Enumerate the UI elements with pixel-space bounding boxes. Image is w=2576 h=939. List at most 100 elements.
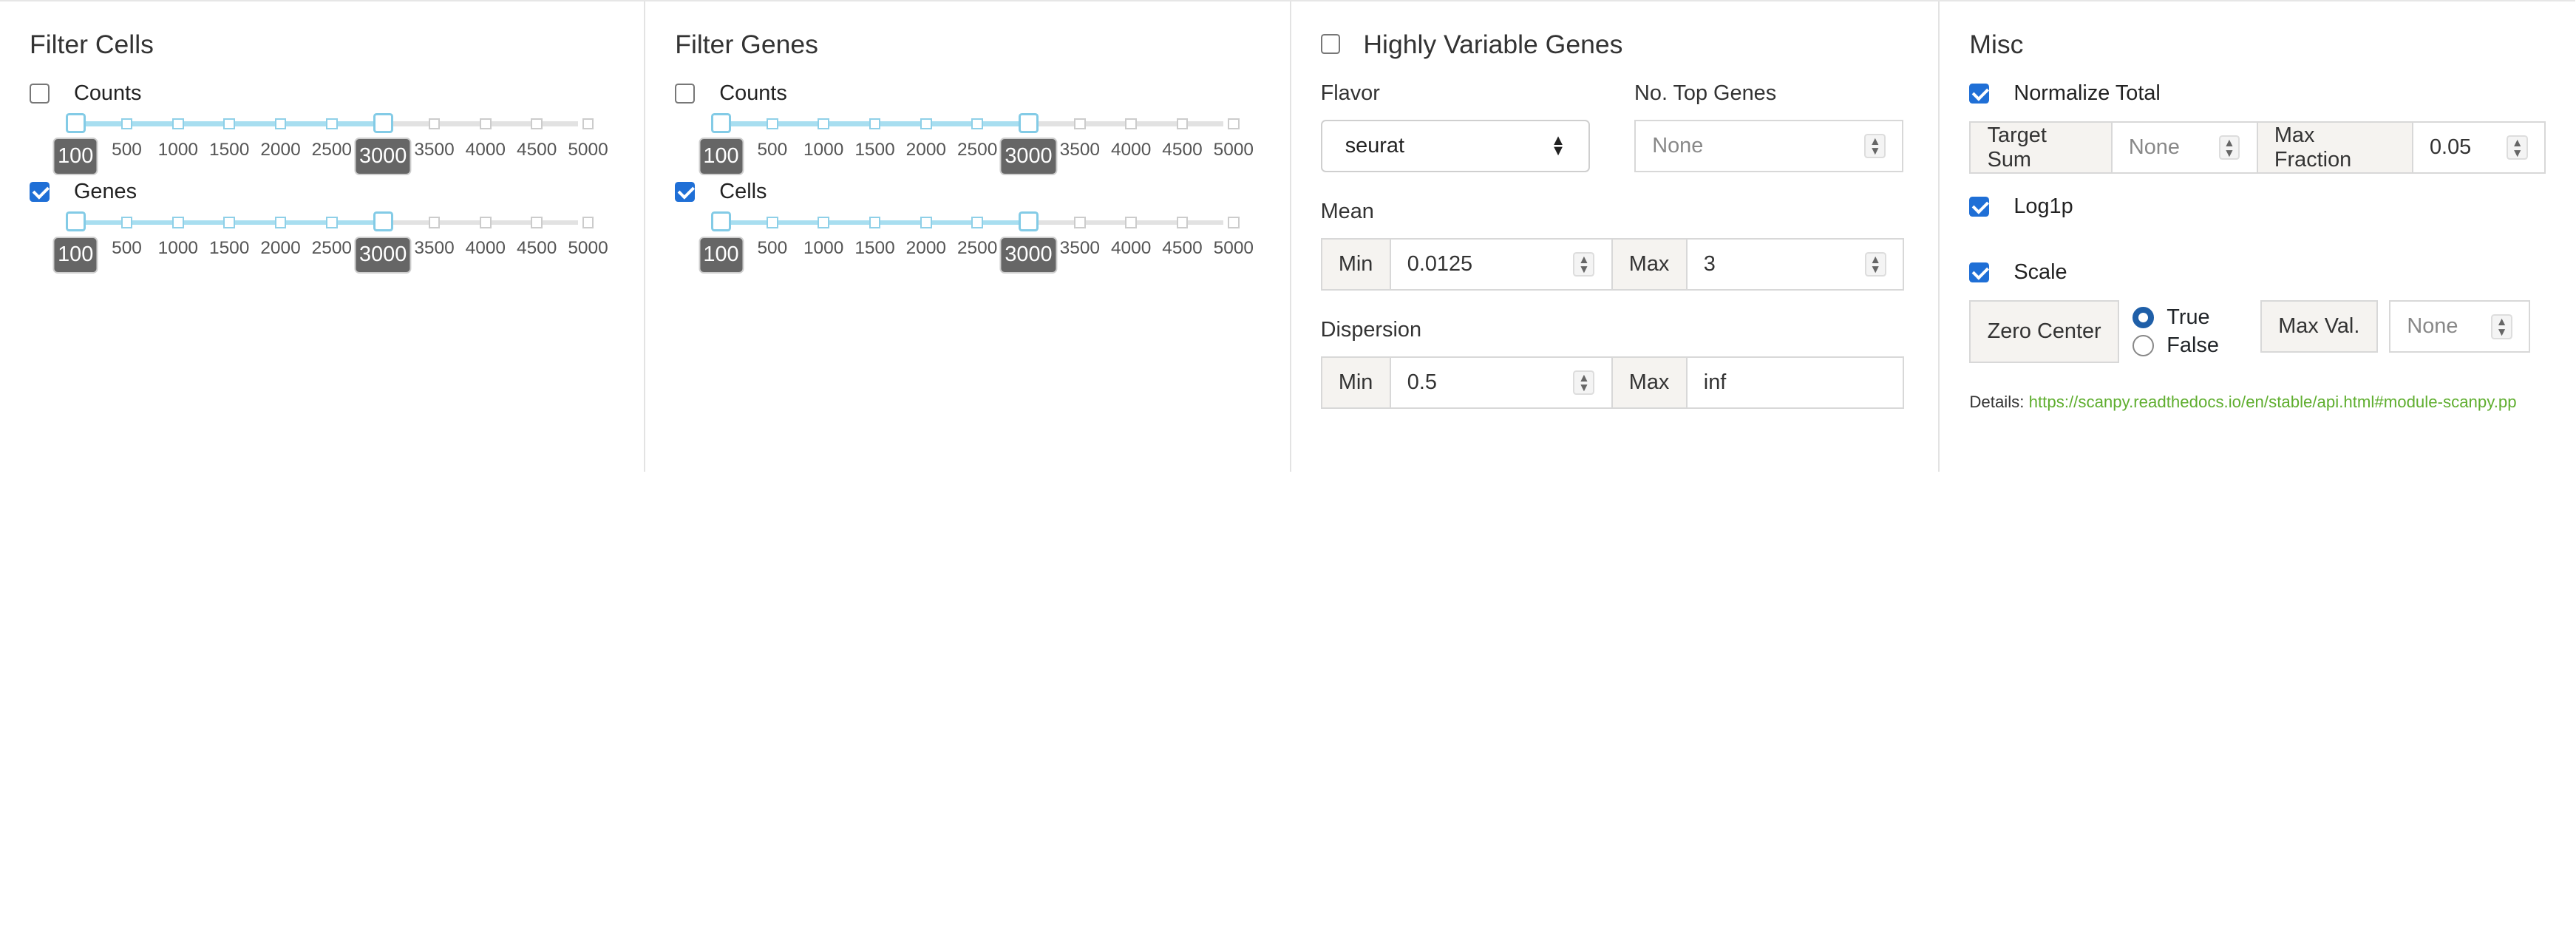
slider-step-dot (869, 118, 881, 130)
slider-step-dot (223, 118, 235, 130)
slider-step-dot (767, 217, 778, 228)
slider-tick-label: 1000 (157, 237, 199, 258)
filter-genes-counts-checkbox[interactable] (675, 84, 695, 104)
slider-tick-label: 2500 (956, 139, 998, 160)
top-genes-placeholder: None (1652, 134, 1704, 158)
filter-cells-counts-slider[interactable]: 100 500 1000 1500 2000 2500 3000 3500 4000 4500 50… (52, 110, 618, 176)
filter-cells-counts-checkbox[interactable] (29, 84, 50, 104)
slider-step-dot (172, 118, 184, 130)
stepper-icon[interactable]: ▲ ▼ (2218, 135, 2240, 160)
slider-step-dot (1125, 217, 1137, 228)
slider-min-handle[interactable] (711, 211, 731, 232)
disp-min-value: 0.5 (1407, 370, 1437, 394)
slider-tick-label: 3000 (354, 236, 412, 274)
stepper-icon[interactable]: ▲ ▼ (1573, 251, 1595, 277)
slider-tick-label: 4000 (465, 237, 506, 258)
filter-genes-cells-label: Cells (719, 180, 767, 204)
normalize-checkbox[interactable] (1969, 84, 1990, 104)
disp-min-addon: Min (1320, 356, 1391, 410)
target-sum-addon: Target Sum (1969, 121, 2113, 174)
slider-tick-label: 100 (698, 236, 744, 274)
disp-min-input[interactable]: 0.5 ▲ ▼ (1390, 356, 1613, 410)
slider-step-dot (326, 118, 338, 130)
hvg-checkbox[interactable] (1320, 34, 1341, 55)
max-fraction-input[interactable]: 0.05 ▲ ▼ (2413, 121, 2546, 174)
slider-step-dot (1074, 217, 1086, 228)
top-genes-input[interactable]: None ▲ ▼ (1634, 119, 1904, 173)
mean-max-value: 3 (1703, 252, 1716, 276)
stepper-icon[interactable]: ▲ ▼ (1864, 251, 1886, 277)
stepper-icon[interactable]: ▲ ▼ (2507, 135, 2529, 160)
filter-cells-genes-checkbox[interactable] (29, 182, 50, 203)
slider-tick-label: 2000 (260, 237, 301, 258)
slider-max-handle[interactable] (373, 113, 393, 133)
filter-cells-genes-slider[interactable]: 100 500 1000 1500 2000 2500 3000 3500 4000 4500 50… (52, 209, 618, 274)
slider-step-dot (428, 217, 441, 228)
slider-min-handle[interactable] (65, 211, 86, 232)
slider-max-handle[interactable] (1019, 211, 1039, 232)
slider-min-handle[interactable] (711, 113, 731, 133)
slider-tick-label: 2000 (260, 139, 301, 160)
slider-step-dot (920, 217, 932, 228)
normalize-label: Normalize Total (2013, 81, 2161, 105)
hvg-panel: Highly Variable Genes Flavor seurat ▲ ▼ N… (1291, 1, 1940, 472)
filter-genes-cells-checkbox[interactable] (675, 182, 695, 203)
slider-step-dot (1228, 217, 1240, 228)
stepper-icon[interactable]: ▲ ▼ (1573, 370, 1595, 396)
misc-panel: Misc Normalize Total Target Sum None ▲ ▼ … (1940, 1, 2575, 472)
slider-tick-label: 2000 (905, 237, 947, 258)
slider-tick-label: 3000 (354, 138, 412, 175)
slider-step-dot (1228, 118, 1240, 130)
slider-tick-label: 1500 (854, 139, 895, 160)
max-val-placeholder: None (2407, 314, 2458, 339)
max-fraction-addon: Max Fraction (2257, 121, 2413, 174)
filter-genes-title: Filter Genes (675, 29, 818, 59)
slider-tick-label: 100 (52, 138, 98, 175)
slider-step-dot (326, 217, 338, 228)
slider-step-dot (480, 217, 492, 228)
mean-label: Mean (1320, 199, 1374, 223)
dispersion-label: Dispersion (1320, 317, 1422, 342)
slider-tick-label: 2500 (311, 139, 353, 160)
details-line: Details: https://scanpy.readthedocs.io/e… (1969, 393, 2516, 412)
log1p-checkbox[interactable] (1969, 197, 1990, 217)
filter-genes-counts-slider[interactable]: 100 500 1000 1500 2000 2500 3000 3500 4000 4500 50… (698, 110, 1263, 176)
max-val-input[interactable]: None ▲ ▼ (2389, 300, 2531, 353)
filter-cells-title: Filter Cells (29, 29, 154, 59)
slider-tick-label: 2000 (905, 139, 947, 160)
disp-max-value: inf (1703, 370, 1727, 394)
filter-genes-cells-slider[interactable]: 100 500 1000 1500 2000 2500 3000 3500 4000 4500 50… (698, 209, 1263, 274)
disp-max-addon: Max (1612, 356, 1688, 410)
slider-min-handle[interactable] (65, 113, 86, 133)
zero-center-radio-group: True False (2132, 300, 2260, 362)
details-link[interactable]: https://scanpy.readthedocs.io/en/stable/… (2029, 393, 2517, 411)
zero-center-true-option[interactable]: True (2132, 304, 2260, 332)
slider-tick-label: 1500 (854, 237, 895, 258)
target-sum-input[interactable]: None ▲ ▼ (2112, 121, 2258, 174)
slider-tick-label: 100 (698, 138, 744, 175)
mean-max-input[interactable]: 3 ▲ ▼ (1687, 237, 1904, 291)
slider-step-dot (1074, 118, 1086, 130)
scale-checkbox[interactable] (1969, 262, 1990, 282)
mean-min-input[interactable]: 0.0125 ▲ ▼ (1390, 237, 1613, 291)
slider-step-dot (869, 217, 881, 228)
zero-center-true-radio[interactable] (2132, 307, 2154, 329)
slider-tick-label: 5000 (568, 139, 608, 160)
slider-max-handle[interactable] (1019, 113, 1039, 133)
disp-max-input[interactable]: inf (1687, 356, 1904, 410)
filter-cells-genes-label: Genes (73, 180, 137, 204)
filter-genes-panel: Filter Genes Counts 100 500 1000 1500 2000 25… (645, 1, 1291, 472)
slider-tick-label: 5000 (568, 237, 608, 258)
slider-step-dot (767, 118, 778, 130)
stepper-icon[interactable]: ▲ ▼ (2491, 314, 2513, 339)
zero-center-false-option[interactable]: False (2132, 332, 2260, 360)
hvg-title: Highly Variable Genes (1363, 29, 1623, 59)
slider-tick-label: 500 (757, 139, 788, 160)
slider-step-dot (172, 217, 184, 228)
flavor-select[interactable]: seurat ▲ ▼ (1320, 119, 1591, 173)
slider-max-handle[interactable] (373, 211, 393, 232)
slider-step-dot (274, 217, 287, 228)
stepper-icon[interactable]: ▲ ▼ (1864, 133, 1886, 159)
zero-center-false-radio[interactable] (2132, 335, 2154, 356)
slider-step-dot (480, 118, 492, 130)
